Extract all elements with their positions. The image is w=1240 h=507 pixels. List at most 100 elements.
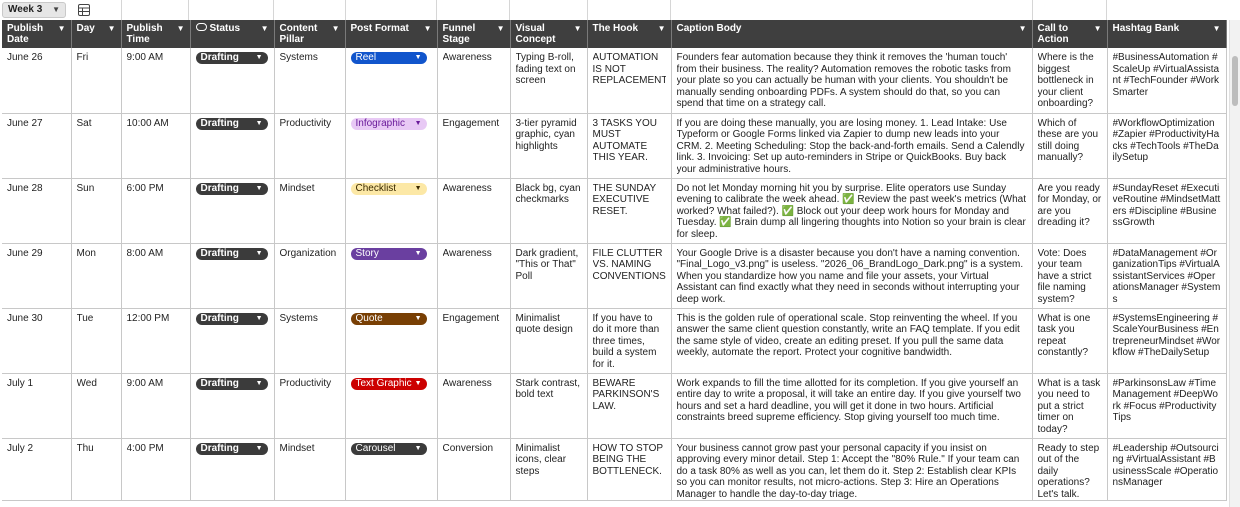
column-header-hashtag-bank[interactable]: Hashtag Bank ▼ (1107, 20, 1227, 48)
cell-post-format[interactable]: Story ▼ (345, 243, 438, 309)
cell-day[interactable]: Fri (71, 48, 122, 114)
cell-hashtag-bank[interactable]: #WorkflowOptimization #Zapier #Productiv… (1107, 113, 1227, 179)
chevron-down-icon[interactable]: ▼ (332, 23, 340, 34)
column-header-publish-date[interactable]: Publish Date ▼ (2, 20, 72, 48)
format-dropdown-chip[interactable]: Checklist ▼ (350, 182, 427, 195)
cell-the-hook[interactable]: FILE CLUTTER VS. NAMING CONVENTIONS (587, 243, 672, 309)
cell-content-pillar[interactable]: Productivity (274, 373, 346, 439)
cell-content-pillar[interactable]: Systems (274, 308, 346, 374)
cell-caption-body[interactable]: If you are doing these manually, you are… (671, 113, 1033, 179)
chevron-down-icon[interactable]: ▼ (1213, 23, 1221, 34)
cell-post-format[interactable]: Text Graphic ▼ (345, 373, 438, 439)
cell-post-format[interactable]: Reel ▼ (345, 48, 438, 114)
cell-hashtag-bank[interactable]: #ParkinsonsLaw #TimeManagement #DeepWork… (1107, 373, 1227, 439)
chevron-down-icon[interactable]: ▼ (497, 23, 505, 34)
chevron-down-icon[interactable]: ▼ (574, 23, 582, 34)
chevron-down-icon[interactable]: ▼ (658, 23, 666, 34)
vertical-scrollbar[interactable] (1229, 20, 1240, 507)
cell-the-hook[interactable]: THE SUNDAY EXECUTIVE RESET. (587, 178, 672, 244)
cell-day[interactable]: Tue (71, 308, 122, 374)
cell-the-hook[interactable]: 3 TASKS YOU MUST AUTOMATE THIS YEAR. (587, 113, 672, 179)
chevron-down-icon[interactable]: ▼ (58, 23, 66, 34)
cell-post-format[interactable]: Infographic ▼ (345, 113, 438, 179)
cell-the-hook[interactable]: AUTOMATION IS NOT REPLACEMENT. (587, 48, 672, 114)
sheet-tab-week-3[interactable]: Week 3 ▼ (2, 2, 66, 18)
status-dropdown-chip[interactable]: Drafting ▼ (195, 247, 268, 260)
cell-caption-body[interactable]: This is the golden rule of operational s… (671, 308, 1033, 374)
cell-status[interactable]: Drafting ▼ (190, 48, 275, 114)
cell-funnel-stage[interactable]: Conversion (437, 438, 511, 502)
cell-content-pillar[interactable]: Mindset (274, 438, 346, 502)
cell-status[interactable]: Drafting ▼ (190, 113, 275, 179)
format-dropdown-chip[interactable]: Infographic ▼ (350, 117, 427, 130)
cell-caption-body[interactable]: Founders fear automation because they th… (671, 48, 1033, 114)
cell-day[interactable]: Sun (71, 178, 122, 244)
column-header-visual-concept[interactable]: Visual Concept ▼ (510, 20, 588, 48)
cell-funnel-stage[interactable]: Awareness (437, 373, 511, 439)
cell-the-hook[interactable]: HOW TO STOP BEING THE BOTTLENECK. (587, 438, 672, 502)
cell-call-to-action[interactable]: Where is the biggest bottleneck in your … (1032, 48, 1108, 114)
chevron-down-icon[interactable]: ▼ (1094, 23, 1102, 34)
cell-publish-date[interactable]: June 26 (2, 48, 72, 114)
cell-call-to-action[interactable]: Which of these are you still doing manua… (1032, 113, 1108, 179)
cell-visual-concept[interactable]: Black bg, cyan checkmarks (510, 178, 588, 244)
cell-call-to-action[interactable]: What is one task you repeat constantly? (1032, 308, 1108, 374)
column-header-status[interactable]: Status ▼ (190, 20, 275, 48)
status-dropdown-chip[interactable]: Drafting ▼ (195, 377, 268, 390)
cell-publish-date[interactable]: June 30 (2, 308, 72, 374)
cell-visual-concept[interactable]: Dark gradient, "This or That" Poll (510, 243, 588, 309)
status-dropdown-chip[interactable]: Drafting ▼ (195, 312, 268, 325)
cell-visual-concept[interactable]: Minimalist quote design (510, 308, 588, 374)
cell-day[interactable]: Thu (71, 438, 122, 502)
cell-publish-time[interactable]: 8:00 AM (121, 243, 191, 309)
scrollbar-thumb[interactable] (1232, 56, 1238, 106)
cell-visual-concept[interactable]: Stark contrast, bold text (510, 373, 588, 439)
format-dropdown-chip[interactable]: Carousel ▼ (350, 442, 427, 455)
cell-post-format[interactable]: Checklist ▼ (345, 178, 438, 244)
column-header-caption-body[interactable]: Caption Body ▼ (671, 20, 1033, 48)
column-header-post-format[interactable]: Post Format ▼ (345, 20, 438, 48)
cell-hashtag-bank[interactable]: #DataManagement #OrganizationTips #Virtu… (1107, 243, 1227, 309)
format-dropdown-chip[interactable]: Story ▼ (350, 247, 427, 260)
cell-call-to-action[interactable]: Vote: Does your team have a strict file … (1032, 243, 1108, 309)
cell-hashtag-bank[interactable]: #SystemsEngineering #ScaleYourBusiness #… (1107, 308, 1227, 374)
column-header-funnel-stage[interactable]: Funnel Stage ▼ (437, 20, 511, 48)
cell-caption-body[interactable]: Do not let Monday morning hit you by sur… (671, 178, 1033, 244)
cell-caption-body[interactable]: Your Google Drive is a disaster because … (671, 243, 1033, 309)
cell-day[interactable]: Mon (71, 243, 122, 309)
format-dropdown-chip[interactable]: Text Graphic ▼ (350, 377, 427, 390)
grid-view-button[interactable] (73, 2, 95, 18)
format-dropdown-chip[interactable]: Reel ▼ (350, 52, 427, 64)
chevron-down-icon[interactable]: ▼ (108, 23, 116, 34)
cell-publish-time[interactable]: 9:00 AM (121, 48, 191, 114)
status-dropdown-chip[interactable]: Drafting ▼ (195, 442, 268, 455)
cell-hashtag-bank[interactable]: #BusinessAutomation #ScaleUp #VirtualAss… (1107, 48, 1227, 114)
cell-visual-concept[interactable]: Typing B-roll, fading text on screen (510, 48, 588, 114)
cell-call-to-action[interactable]: Ready to step out of the daily operation… (1032, 438, 1108, 502)
cell-content-pillar[interactable]: Organization (274, 243, 346, 309)
cell-publish-date[interactable]: July 1 (2, 373, 72, 439)
cell-status[interactable]: Drafting ▼ (190, 178, 275, 244)
cell-funnel-stage[interactable]: Engagement (437, 113, 511, 179)
cell-publish-date[interactable]: June 28 (2, 178, 72, 244)
cell-publish-time[interactable]: 10:00 AM (121, 113, 191, 179)
cell-caption-body[interactable]: Work expands to fill the time allotted f… (671, 373, 1033, 439)
cell-visual-concept[interactable]: 3-tier pyramid graphic, cyan highlights (510, 113, 588, 179)
cell-publish-date[interactable]: June 29 (2, 243, 72, 309)
cell-publish-time[interactable]: 4:00 PM (121, 438, 191, 502)
cell-call-to-action[interactable]: What is a task you need to put a strict … (1032, 373, 1108, 439)
status-dropdown-chip[interactable]: Drafting ▼ (195, 117, 268, 130)
cell-funnel-stage[interactable]: Awareness (437, 178, 511, 244)
chevron-down-icon[interactable]: ▼ (1019, 23, 1027, 34)
cell-publish-date[interactable]: June 27 (2, 113, 72, 179)
column-header-the-hook[interactable]: The Hook ▼ (587, 20, 672, 48)
cell-publish-date[interactable]: July 2 (2, 438, 72, 502)
column-header-content-pillar[interactable]: Content Pillar ▼ (274, 20, 346, 48)
cell-visual-concept[interactable]: Minimalist icons, clear steps (510, 438, 588, 502)
cell-the-hook[interactable]: If you have to do it more than three tim… (587, 308, 672, 374)
cell-publish-time[interactable]: 9:00 AM (121, 373, 191, 439)
cell-status[interactable]: Drafting ▼ (190, 243, 275, 309)
cell-post-format[interactable]: Quote ▼ (345, 308, 438, 374)
cell-day[interactable]: Sat (71, 113, 122, 179)
cell-publish-time[interactable]: 6:00 PM (121, 178, 191, 244)
